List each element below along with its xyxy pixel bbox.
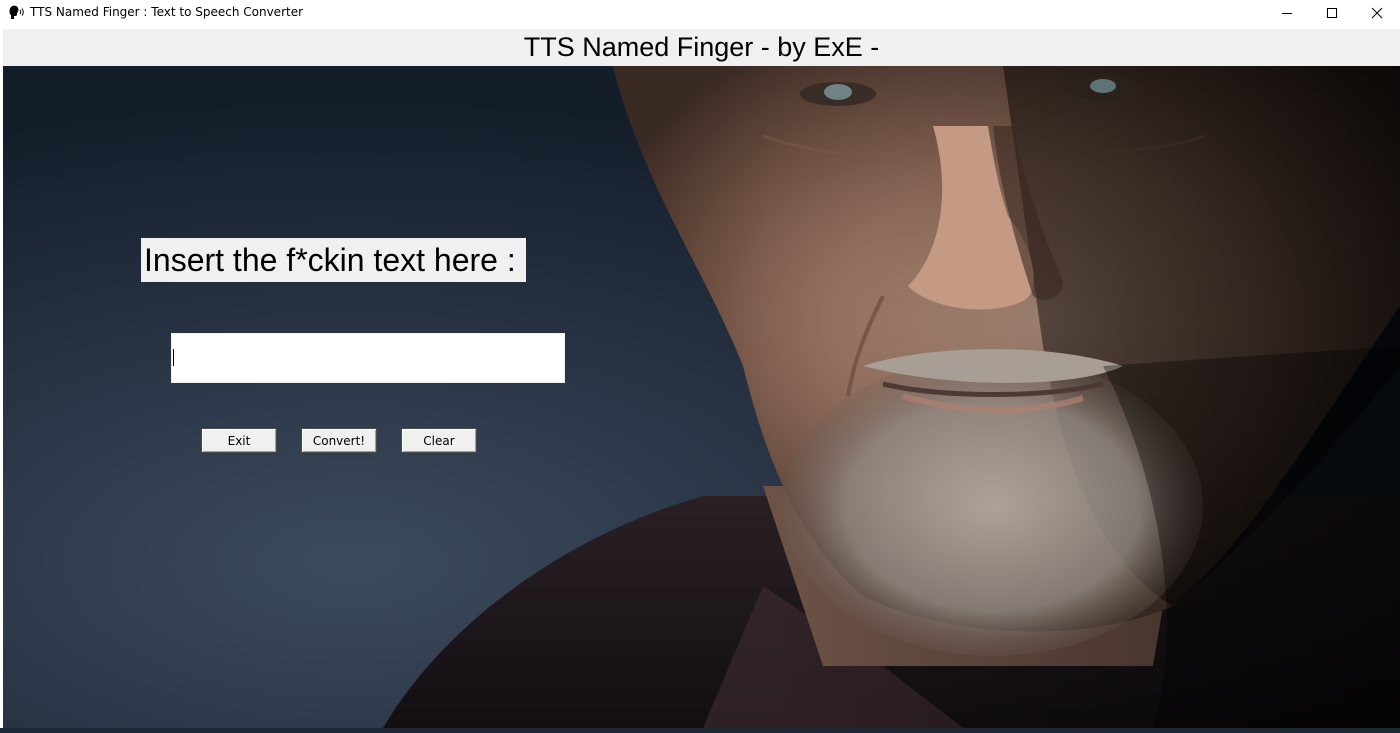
close-icon [1371, 7, 1383, 19]
maximize-button[interactable] [1309, 0, 1355, 26]
header-bar: TTS Named Finger - by ExE - [3, 29, 1400, 66]
exit-button[interactable]: Exit [201, 428, 277, 453]
minimize-icon [1281, 7, 1293, 19]
convert-button[interactable]: Convert! [301, 428, 377, 453]
background-portrait-image [3, 66, 1400, 728]
clear-button[interactable]: Clear [401, 428, 477, 453]
speaking-head-icon [8, 5, 26, 21]
close-button[interactable] [1354, 0, 1400, 26]
text-cursor [173, 349, 174, 366]
bottom-edge [0, 728, 1400, 733]
background-canvas [3, 66, 1400, 728]
minimize-button[interactable] [1264, 0, 1310, 26]
header-title: TTS Named Finger - by ExE - [523, 32, 880, 62]
title-bar[interactable]: TTS Named Finger : Text to Speech Conver… [0, 0, 1400, 26]
window-title: TTS Named Finger : Text to Speech Conver… [30, 5, 304, 19]
maximize-icon [1326, 7, 1338, 19]
app-window: TTS Named Finger : Text to Speech Conver… [0, 0, 1400, 733]
text-input[interactable] [171, 333, 565, 383]
prompt-label: Insert the f*ckin text here : [141, 238, 526, 282]
